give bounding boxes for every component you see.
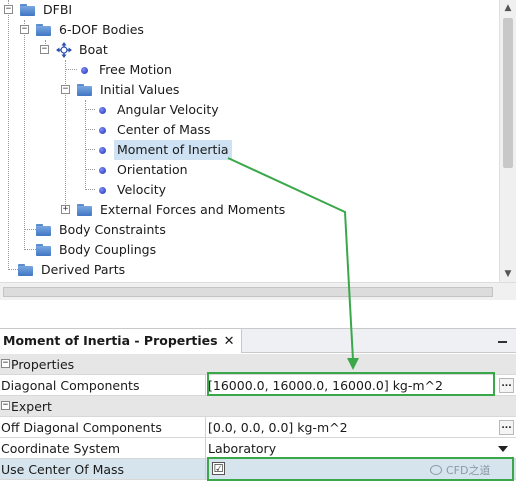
property-node-icon (99, 106, 106, 114)
tree-guide-line (85, 169, 95, 170)
properties-title: Moment of Inertia - Properties (3, 333, 218, 348)
column-divider (205, 459, 206, 480)
tree-item-boat[interactable]: Boat (56, 40, 111, 60)
tree-item-label: Free Motion (99, 62, 172, 77)
scrollbar-thumb[interactable] (503, 18, 513, 168)
tree-guide-line (24, 249, 36, 250)
tree-item-free-motion[interactable]: Free Motion (77, 60, 175, 80)
scroll-down-icon[interactable]: ▼ (500, 266, 516, 282)
folder-icon (36, 224, 52, 236)
tree-item-dfbi[interactable]: DFBI (20, 0, 75, 20)
folder-icon (77, 204, 93, 216)
section-label: Expert (11, 399, 52, 414)
collapse-6dof-bodies-toggle[interactable]: − (20, 25, 29, 34)
property-name: Coordinate System (1, 441, 121, 456)
tree-guide-line (85, 109, 95, 110)
properties-header: Moment of Inertia - Properties ✕ (0, 329, 516, 353)
collapse-section-icon[interactable]: − (1, 359, 10, 368)
minimize-icon[interactable] (498, 333, 508, 347)
edit-ellipsis-button[interactable]: ... (499, 420, 514, 435)
tree-item-6dof-bodies[interactable]: 6-DOF Bodies (36, 20, 147, 40)
property-name: Diagonal Components (1, 378, 140, 393)
property-node-icon (99, 186, 106, 194)
tree-guide-line (65, 60, 66, 210)
tree-item-label: Velocity (117, 182, 167, 197)
property-name: Off Diagonal Components (1, 420, 162, 435)
tree-item-label: Moment of Inertia (114, 140, 232, 160)
properties-tab[interactable]: Moment of Inertia - Properties ✕ (0, 329, 242, 353)
annotation-highlight-box (207, 372, 495, 396)
coordinate-system-select[interactable]: Laboratory (208, 438, 276, 459)
tree-item-body-constraints[interactable]: Body Constraints (36, 220, 169, 240)
folder-icon (36, 24, 52, 36)
tree-item-label: Body Constraints (59, 222, 166, 237)
collapse-section-icon[interactable]: − (1, 401, 10, 410)
tree-item-orientation[interactable]: Orientation (95, 160, 191, 180)
tree-item-center-of-mass[interactable]: Center of Mass (95, 120, 214, 140)
tree-item-initial-values[interactable]: Initial Values (77, 80, 182, 100)
tree-guide-line (65, 69, 77, 70)
scroll-up-icon[interactable]: ▲ (500, 0, 516, 16)
tree-guide-line (85, 149, 95, 150)
column-divider (205, 417, 206, 438)
property-node-icon (99, 146, 106, 154)
tree-guide-line (8, 0, 9, 270)
tree-guide-line (85, 100, 86, 190)
simulation-tree: − − − − + DFBI 6-DOF Bodies Boat Free Mo… (0, 0, 516, 300)
tree-guide-line (8, 269, 18, 270)
off-diagonal-components-field[interactable]: [0.0, 0.0, 0.0] kg-m^2 (208, 417, 348, 438)
tree-item-label: 6-DOF Bodies (59, 22, 144, 37)
folder-icon (20, 4, 36, 16)
edit-ellipsis-button[interactable]: ... (499, 378, 514, 393)
collapse-initial-values-toggle[interactable]: − (61, 85, 70, 94)
column-divider (205, 375, 206, 396)
column-divider (205, 438, 206, 459)
folder-icon (36, 244, 52, 256)
tree-horizontal-scrollbar[interactable] (0, 282, 516, 300)
tree-item-body-couplings[interactable]: Body Couplings (36, 240, 159, 260)
property-row-coordinate-system: Coordinate System Laboratory (0, 438, 516, 459)
scrollbar-thumb[interactable] (3, 287, 493, 297)
property-node-icon (81, 66, 88, 74)
chevron-down-icon[interactable] (498, 446, 508, 452)
folder-icon (18, 264, 34, 276)
close-icon[interactable]: ✕ (224, 334, 235, 349)
section-expert[interactable]: − Expert (0, 396, 516, 417)
tree-item-label: Initial Values (100, 82, 180, 97)
tree-guide-line (85, 129, 95, 130)
tree-item-label: DFBI (43, 2, 73, 17)
property-node-icon (99, 126, 106, 134)
wechat-icon (430, 465, 442, 475)
tree-item-derived-parts[interactable]: Derived Parts (18, 260, 128, 280)
watermark-text: CFD之道 (446, 464, 491, 477)
tree-item-label: Center of Mass (117, 122, 211, 137)
section-label: Properties (11, 357, 75, 372)
expand-external-forces-toggle[interactable]: + (61, 205, 70, 214)
folder-icon (77, 84, 93, 96)
collapse-boat-toggle[interactable]: − (40, 45, 49, 54)
property-node-icon (99, 166, 106, 174)
tree-vertical-scrollbar[interactable]: ▲ ▼ (499, 0, 516, 282)
tree-item-label: Angular Velocity (117, 102, 219, 117)
collapse-dfbi-toggle[interactable]: − (4, 5, 13, 14)
tree-item-label: Derived Parts (41, 262, 126, 277)
tree-guide-line (24, 20, 25, 250)
tree-item-label: Boat (79, 42, 108, 57)
tree-item-moment-of-inertia[interactable]: Moment of Inertia (95, 140, 232, 160)
rigid-body-icon (56, 42, 72, 58)
tree-item-label: External Forces and Moments (100, 202, 286, 217)
tree-item-velocity[interactable]: Velocity (95, 180, 169, 200)
tree-item-angular-velocity[interactable]: Angular Velocity (95, 100, 222, 120)
tree-guide-line (85, 189, 95, 190)
tree-item-label: Body Couplings (59, 242, 157, 257)
watermark: CFD之道 (430, 462, 490, 478)
property-name: Use Center Of Mass (1, 462, 125, 477)
tree-item-external-forces[interactable]: External Forces and Moments (77, 200, 288, 220)
tree-guide-line (24, 229, 36, 230)
tree-item-label: Orientation (117, 162, 188, 177)
property-row-off-diagonal-components: Off Diagonal Components [0.0, 0.0, 0.0] … (0, 417, 516, 438)
